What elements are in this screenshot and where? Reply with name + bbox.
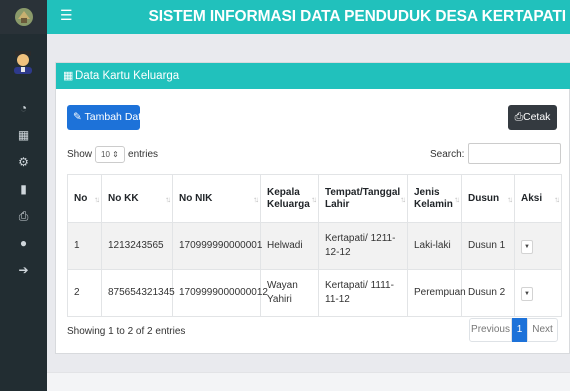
cell-tempat-tanggal-lahir: Kertapati/ 1211-12-12 [318,222,408,270]
action-dropdown-button[interactable]: ▼ [521,286,533,301]
app-title: SISTEM INFORMASI DATA PENDUDUK DESA KERT… [148,8,567,25]
column-header-no-kk[interactable]: No KK ↑↓ [101,174,173,223]
cell-jenis-kelamin: Perempuan [407,269,466,317]
family-card-table: No ↑↓ No KK ↑↓ No NIK ↑↓ Kepala Keluarga ↑↓ … [67,174,562,317]
cell-no-kk: 875654321345 [101,269,175,317]
cell-aksi: ▼ [514,222,562,270]
previous-page-button[interactable]: Previous [469,318,512,342]
column-header-jenis-kelamin[interactable]: Jenis Kelamin ↑↓ [407,174,462,223]
caret-down-icon: ▼ [524,290,530,297]
sort-icon: ↑↓ [165,195,171,204]
sort-icon: ↑↓ [400,195,406,204]
dashboard-icon[interactable]: ◔ [0,101,47,115]
column-header-dusun[interactable]: Dusun ↑↓ [461,174,515,223]
entries-label: entries [128,149,159,161]
gears-icon[interactable]: ⚙ [0,155,47,169]
cell-jenis-kelamin: Laki-laki [407,222,462,270]
sort-icon: ↑↓ [554,195,560,204]
caret-down-icon: ▼ [524,243,530,250]
add-data-label: Tambah Data [84,111,147,123]
logo-icon [14,8,33,26]
entries-select[interactable]: 10 ⇕ [95,146,126,163]
print-label: Cetak [522,111,551,123]
cell-no: 1 [67,222,102,270]
page-1-button[interactable]: 1 [512,318,527,342]
show-label: Show [67,149,93,161]
cell-kepala-keluarga: Wayan Yahiri [260,269,319,317]
column-header-no-nik[interactable]: No NIK ↑↓ [172,174,261,223]
next-page-button[interactable]: Next [527,318,558,342]
hamburger-icon[interactable]: ☰ [60,8,73,22]
table-icon[interactable]: ▦ [0,128,47,142]
footer [47,372,570,391]
cell-no-kk: 1213243565 [101,222,173,270]
print-button[interactable]: ⎙Cetak [508,105,557,130]
search-label: Search: [430,149,465,160]
sort-icon: ↑↓ [94,195,100,204]
cell-tempat-tanggal-lahir: Kertapati/ 1111-11-12 [318,269,408,317]
sort-icon: ↑↓ [507,195,513,204]
table-icon: ▦ [63,70,74,82]
cell-aksi: ▼ [514,269,562,317]
print-icon[interactable]: ⎙ [0,209,47,223]
top-navbar: ☰ SISTEM INFORMASI DATA PENDUDUK DESA KE… [47,0,570,34]
table-header-row: No ↑↓ No KK ↑↓ No NIK ↑↓ Kepala Keluarga ↑↓ … [67,174,562,223]
avatar[interactable] [10,48,36,74]
edit-icon: ✎ [73,111,82,123]
sidebar: ◔ ▦ ⚙ ▮ ⎙ ● ➔ [0,0,47,391]
entries-select-value: 10 [101,150,110,159]
table-info: Showing 1 to 2 of 2 entries [67,326,186,337]
cell-no-nik: 170999990000001 [172,222,262,270]
search-input[interactable] [468,143,561,164]
chevron-updown-icon: ⇕ [112,150,119,159]
table-row: 2 875654321345 1709999000000012 Wayan Ya… [67,269,562,317]
user-icon[interactable]: ● [0,236,47,250]
file-icon[interactable]: ▮ [0,182,47,196]
sort-icon: ↑↓ [253,195,259,204]
app-logo[interactable] [0,0,47,34]
sort-icon: ↑↓ [311,195,317,204]
arrow-circle-icon[interactable]: ➔ [0,263,47,277]
avatar-icon [14,51,32,74]
table-row: 1 1213243565 170999990000001 Helwadi Ker… [67,222,562,270]
column-header-no[interactable]: No ↑↓ [67,174,102,223]
column-header-kepala-keluarga[interactable]: Kepala Keluarga ↑↓ [260,174,319,223]
card-header: ▦ Data Kartu Keluarga [56,63,570,89]
cell-kepala-keluarga: Helwadi [260,222,319,270]
entries-length-control: Show 10 ⇕ entries [67,146,158,164]
pagination: Previous 1 Next [469,318,558,342]
sort-icon: ↑↓ [454,195,460,204]
cell-dusun: Dusun 2 [461,269,515,317]
card-title: Data Kartu Keluarga [75,70,180,82]
add-data-button[interactable]: ✎ Tambah Data [67,105,147,130]
data-card: ▦ Data Kartu Keluarga ✎ Tambah Data ⎙Ceta… [55,62,570,354]
cell-no: 2 [67,269,102,317]
cell-dusun: Dusun 1 [461,222,515,270]
action-dropdown-button[interactable]: ▼ [521,239,533,254]
column-header-tempat-tanggal-lahir[interactable]: Tempat/Tanggal Lahir ↑↓ [318,174,408,223]
print-icon: ⎙ [514,111,523,123]
cell-no-nik: 1709999000000012 [172,269,268,317]
column-header-aksi[interactable]: Aksi ↑↓ [514,174,562,223]
